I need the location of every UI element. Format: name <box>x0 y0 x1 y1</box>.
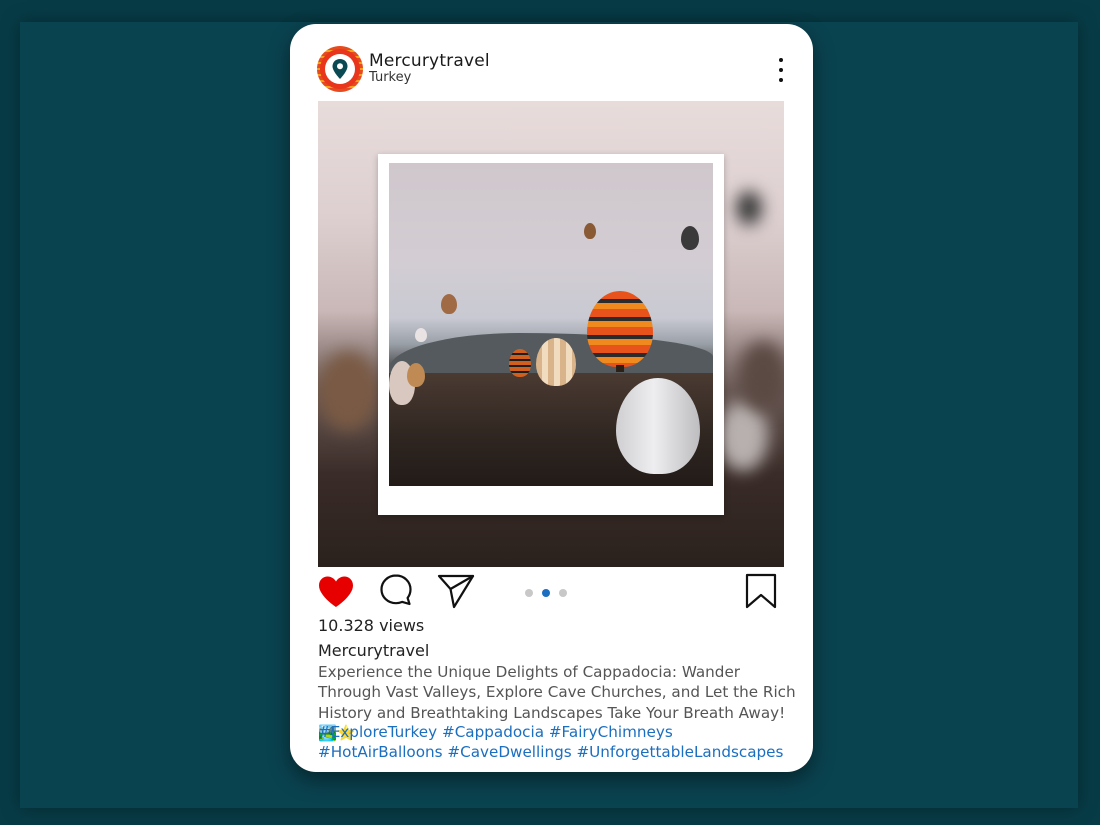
more-vertical-icon[interactable] <box>776 58 786 82</box>
balloon <box>509 349 531 377</box>
balloon <box>441 294 457 314</box>
carousel-indicator <box>525 589 567 597</box>
balloon <box>681 226 699 250</box>
more-dot <box>779 78 783 82</box>
blurred-balloon <box>736 191 762 225</box>
send-icon[interactable] <box>437 573 475 609</box>
location-pin-icon <box>332 59 348 79</box>
balloon <box>584 223 596 239</box>
balloon-photo <box>389 163 713 486</box>
balloon <box>415 328 427 342</box>
caption-username[interactable]: Mercurytravel <box>318 641 429 660</box>
avatar-ring <box>320 49 360 89</box>
bookmark-icon[interactable] <box>745 573 777 609</box>
blurred-balloon <box>738 341 784 411</box>
carousel-dot[interactable] <box>559 589 567 597</box>
blurred-balloon <box>318 351 378 431</box>
view-count: 10.328 views <box>318 616 425 635</box>
balloon <box>536 338 576 386</box>
more-dot <box>779 58 783 62</box>
polaroid-frame <box>378 154 724 515</box>
carousel-dot-active[interactable] <box>542 589 550 597</box>
avatar[interactable] <box>317 46 363 92</box>
balloon <box>407 363 425 387</box>
heart-icon[interactable] <box>317 575 355 609</box>
hashtags[interactable]: #ExploreTurkey #Cappadocia #FairyChimney… <box>318 722 798 763</box>
post-location[interactable]: Turkey <box>369 70 411 85</box>
avatar-inner <box>325 54 355 84</box>
post-username[interactable]: Mercurytravel <box>369 51 490 71</box>
more-dot <box>779 68 783 72</box>
comment-icon[interactable] <box>379 573 413 607</box>
carousel-dot[interactable] <box>525 589 533 597</box>
post-image[interactable] <box>318 101 784 567</box>
blurred-balloon <box>718 401 768 471</box>
balloon <box>616 378 700 474</box>
post-card: Mercurytravel Turkey 10.328 views Mercur… <box>290 24 813 772</box>
balloon <box>587 291 653 367</box>
